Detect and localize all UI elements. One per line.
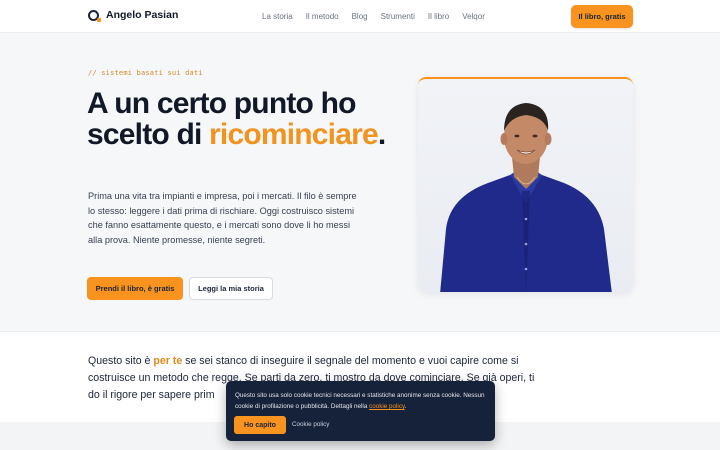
brand-name: Angelo Pasian [106,9,179,21]
intro-highlight: per te [153,355,183,367]
cookie-policy-link[interactable]: Cookie policy [292,421,329,428]
intro-text-part1: Questo sito è [88,355,154,367]
hero-title: A un certo punto ho scelto di ricomincia… [87,88,387,150]
brand-logo-icon [88,9,101,22]
cookie-text: Questo sito usa solo cookie tecnici nece… [235,390,490,412]
get-book-button[interactable]: Prendi il libro, è gratis [87,277,183,300]
cookie-banner: Questo sito usa solo cookie tecnici nece… [226,381,495,441]
portrait-illustration [440,103,612,292]
main-nav: La storia Il metodo Blog Strumenti Il li… [262,12,498,21]
brand[interactable]: Angelo Pasian [88,9,179,22]
nav-item-blog[interactable]: Blog [352,12,368,21]
nav-item-velqor[interactable]: Velqor [462,12,485,21]
site-header: Angelo Pasian La storia Il metodo Blog S… [0,0,720,33]
read-story-button[interactable]: Leggi la mia storia [189,277,273,300]
hero-eyebrow: // sistemi basati sui dati [88,69,203,77]
nav-item-la-storia[interactable]: La storia [262,12,293,21]
hero-title-end: . [377,118,386,151]
cookie-accept-button[interactable]: Ho capito [234,416,286,434]
cookie-message: Questo sito usa solo cookie tecnici nece… [235,392,485,410]
nav-item-il-libro[interactable]: Il libro [428,12,449,21]
hero-description: Prima una vita tra impianti e impresa, p… [88,191,357,246]
hero-title-accent: ricominciare [209,118,379,151]
nav-item-strumenti[interactable]: Strumenti [381,12,415,21]
cookie-policy-inline-link[interactable]: cookie policy [369,403,405,410]
author-portrait [418,77,633,292]
header-book-cta-button[interactable]: Il libro, gratis [571,5,633,28]
cookie-message-end: . [404,403,407,410]
nav-item-il-metodo[interactable]: Il metodo [306,12,339,21]
